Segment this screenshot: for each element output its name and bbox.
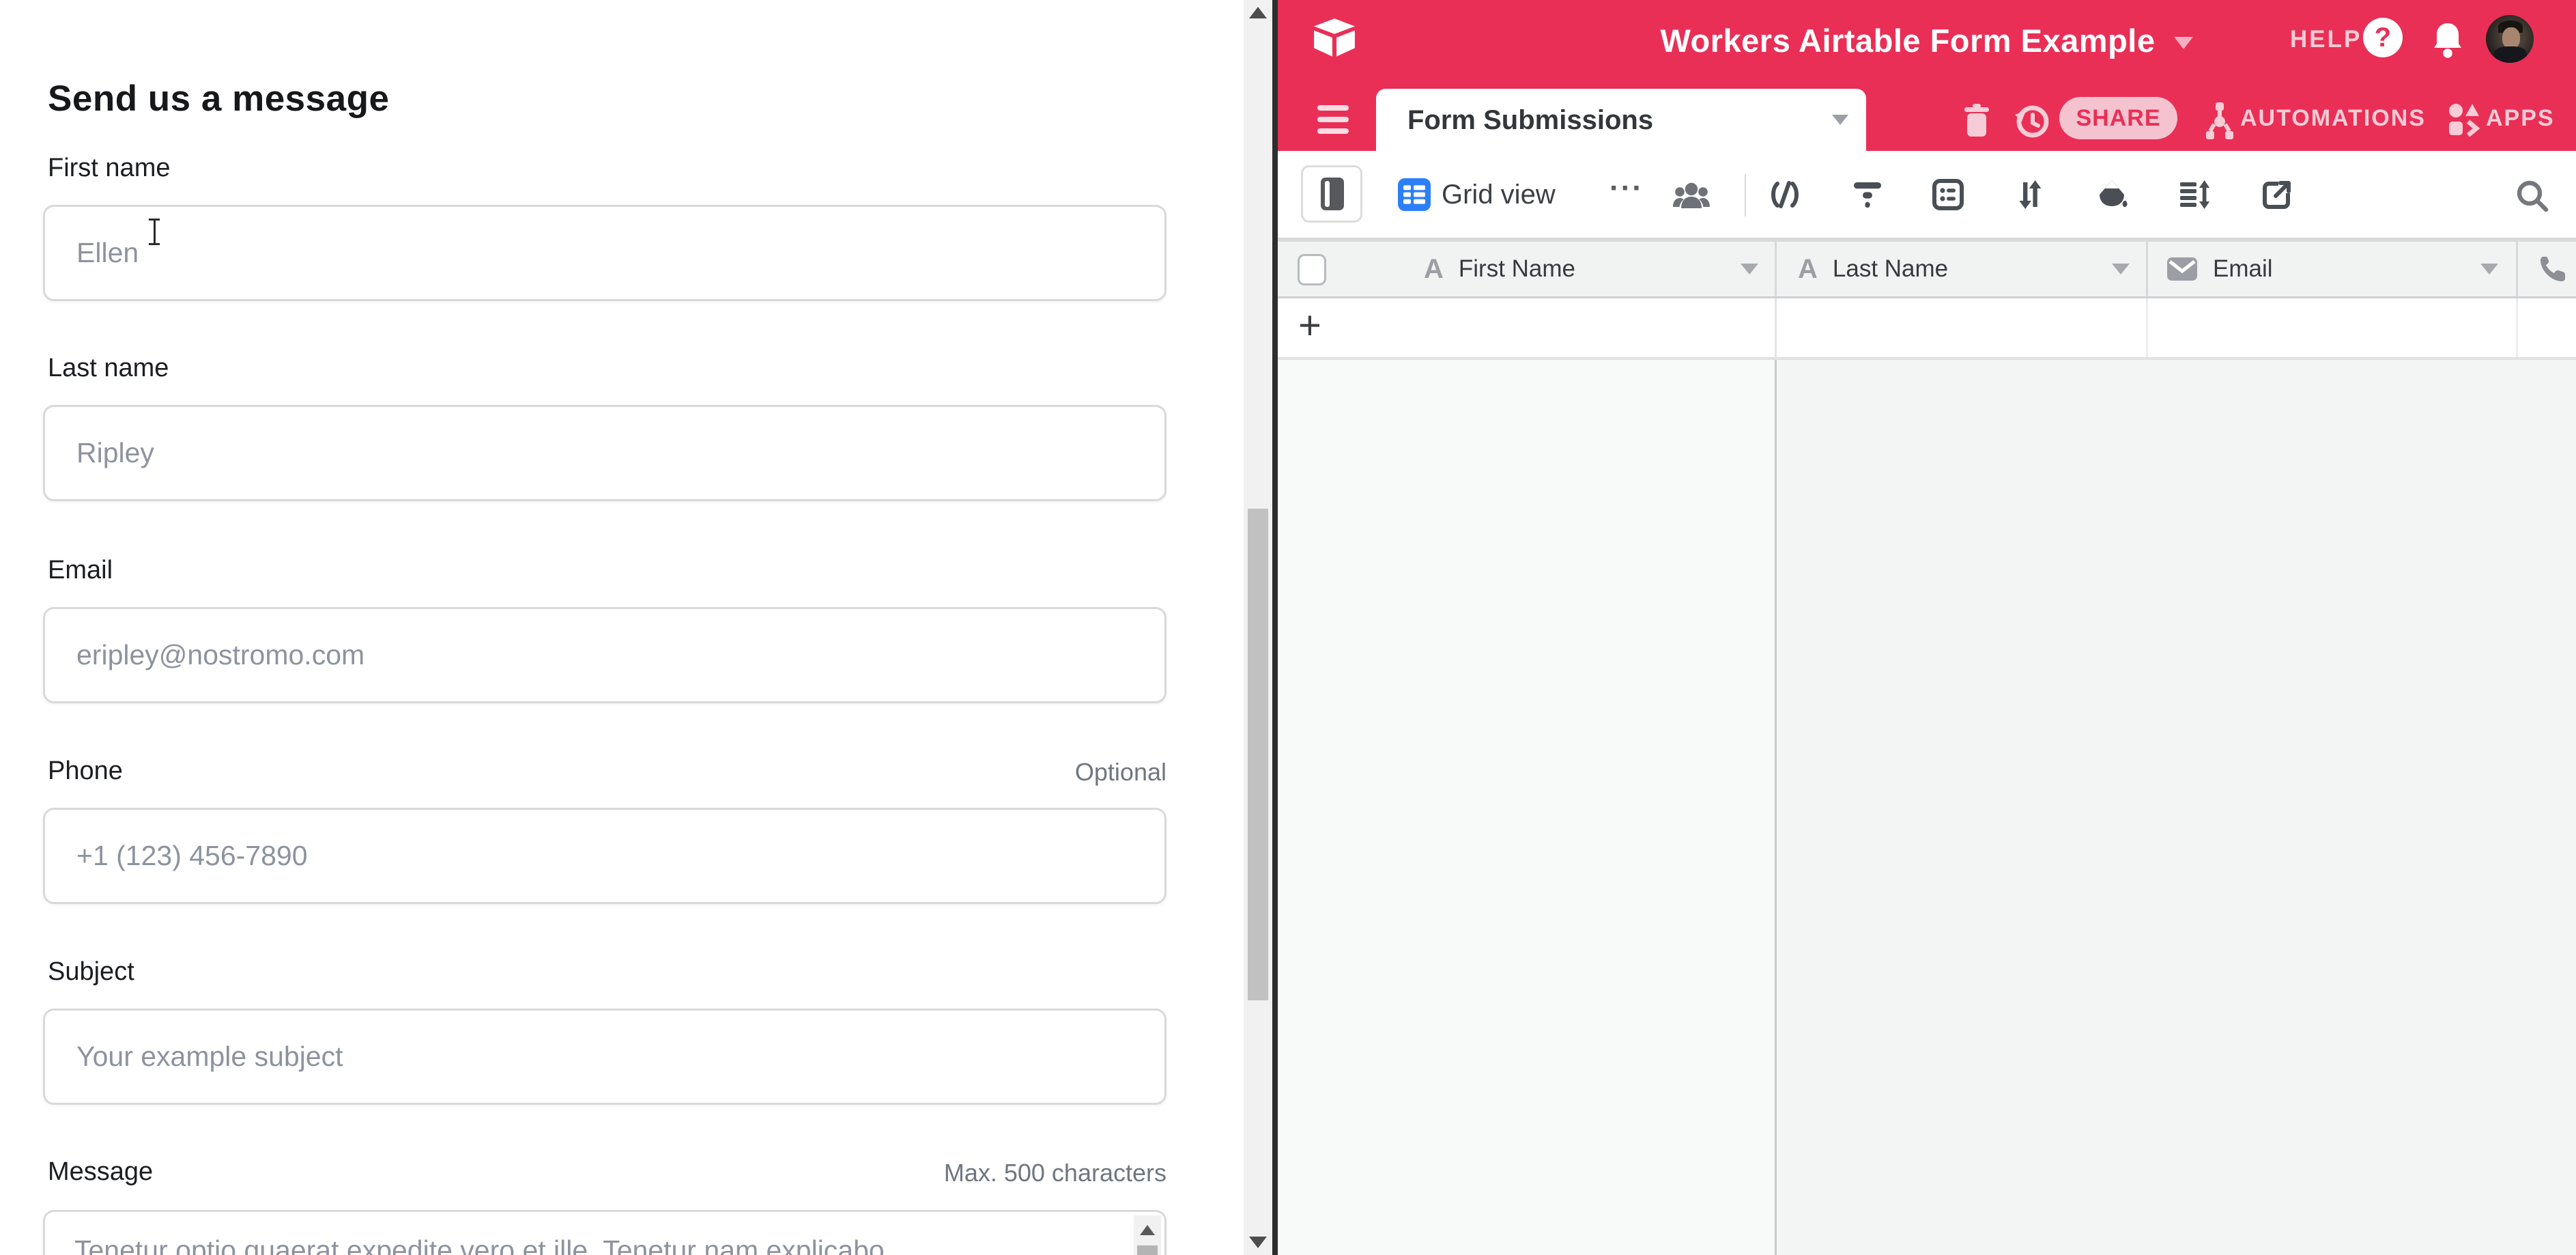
email-input[interactable] [43, 607, 1167, 703]
user-avatar[interactable] [2486, 15, 2534, 63]
message-maxchars-note: Max. 500 characters [944, 1159, 1167, 1187]
share-button[interactable]: SHARE [2059, 97, 2177, 139]
toolbar-divider [1745, 174, 1746, 216]
subject-label: Subject [48, 957, 134, 987]
view-name-button[interactable]: Grid view [1442, 180, 1556, 210]
column-header-phone[interactable]: Phone [2538, 242, 2576, 296]
form-heading: Send us a message [48, 78, 389, 119]
group-icon[interactable] [1932, 178, 1964, 211]
first-name-label: First name [48, 154, 170, 183]
column-header-email[interactable]: Email [2166, 242, 2273, 296]
chevron-down-icon [1832, 115, 1848, 125]
left-pane-scrollbar[interactable] [1244, 0, 1272, 1255]
view-options-ellipsis-button[interactable]: ··· [1609, 171, 1644, 206]
table-header-row: A First Name A Last Name Email [1278, 240, 2576, 298]
last-name-label: Last name [48, 354, 169, 383]
filter-icon[interactable] [1851, 178, 1884, 211]
text-cursor-icon [147, 217, 162, 246]
base-title[interactable]: Workers Airtable Form Example [1661, 22, 2156, 59]
scrollbar-thumb[interactable] [1248, 509, 1268, 1000]
frozen-column-divider [1775, 360, 1777, 1255]
email-label: Email [48, 556, 113, 585]
airtable-tabbar: Form Submissions SHARE [1278, 89, 2576, 151]
chevron-down-icon[interactable] [1741, 264, 1758, 274]
scroll-down-icon[interactable] [1249, 1237, 1267, 1248]
desktop: Send us a message First name Last name E… [0, 0, 2576, 1255]
message-placeholder: Tenetur optio quaerat expedite vero et i… [74, 1235, 885, 1255]
collaborators-icon[interactable] [1672, 178, 1711, 211]
view-toolbar: Grid view ··· [1278, 151, 2576, 240]
scroll-up-icon[interactable] [1249, 7, 1267, 18]
window-divider [1272, 0, 1278, 1255]
text-field-icon: A [1798, 254, 1818, 285]
grid-view-icon [1398, 178, 1431, 211]
add-record-plus-icon[interactable]: + [1298, 302, 1321, 348]
tab-form-submissions[interactable]: Form Submissions [1376, 89, 1866, 151]
phone-optional-note: Optional [1075, 758, 1167, 787]
chevron-down-icon[interactable] [2112, 264, 2130, 274]
text-field-icon: A [1424, 254, 1444, 285]
hide-fields-icon[interactable] [1768, 178, 1802, 211]
view-sidebar-toggle-button[interactable] [1301, 165, 1362, 223]
airtable-topbar: Workers Airtable Form Example HELP ? [1278, 0, 2576, 89]
apps-button[interactable]: APPS [2486, 105, 2555, 132]
textarea-scroll-thumb[interactable] [1137, 1245, 1158, 1255]
column-header-last-name[interactable]: A Last Name [1798, 242, 1948, 296]
textarea-scrollbar[interactable] [1134, 1215, 1161, 1255]
sort-icon[interactable] [2014, 178, 2046, 211]
share-view-icon[interactable] [2261, 178, 2293, 211]
scroll-up-icon[interactable] [1140, 1225, 1155, 1235]
help-button[interactable]: HELP [2290, 26, 2362, 53]
table-tab-label: Form Submissions [1407, 105, 1653, 136]
contact-form-window: Send us a message First name Last name E… [0, 0, 1272, 1255]
subject-input[interactable] [43, 1009, 1167, 1105]
add-record-row[interactable]: + [1278, 298, 2576, 360]
notifications-bell-icon[interactable] [2430, 20, 2465, 60]
first-name-input[interactable] [43, 205, 1167, 301]
message-textarea[interactable]: Tenetur optio quaerat expedite vero et i… [43, 1210, 1167, 1255]
column-header-first-name[interactable]: A First Name [1424, 242, 1575, 296]
row-height-icon[interactable] [2177, 178, 2210, 211]
sidebar-icon [1321, 178, 1344, 210]
help-circle-icon[interactable]: ? [2363, 18, 2403, 57]
airtable-window: Workers Airtable Form Example HELP ? For… [1278, 0, 2576, 1255]
automations-button[interactable]: AUTOMATIONS [2240, 105, 2426, 132]
message-label: Message [48, 1157, 153, 1187]
phone-input[interactable] [43, 808, 1167, 904]
phone-label: Phone [48, 757, 123, 786]
hamburger-menu-icon[interactable] [1317, 105, 1349, 140]
select-all-checkbox[interactable] [1298, 254, 1326, 285]
grid-canvas[interactable] [1278, 360, 2576, 1255]
last-name-input[interactable] [43, 405, 1167, 501]
search-icon[interactable] [2515, 178, 2550, 214]
email-field-icon [2166, 257, 2198, 281]
color-icon[interactable] [2095, 178, 2130, 212]
base-title-caret-icon [2174, 37, 2193, 49]
phone-field-icon [2538, 254, 2568, 284]
chevron-down-icon[interactable] [2480, 264, 2498, 274]
